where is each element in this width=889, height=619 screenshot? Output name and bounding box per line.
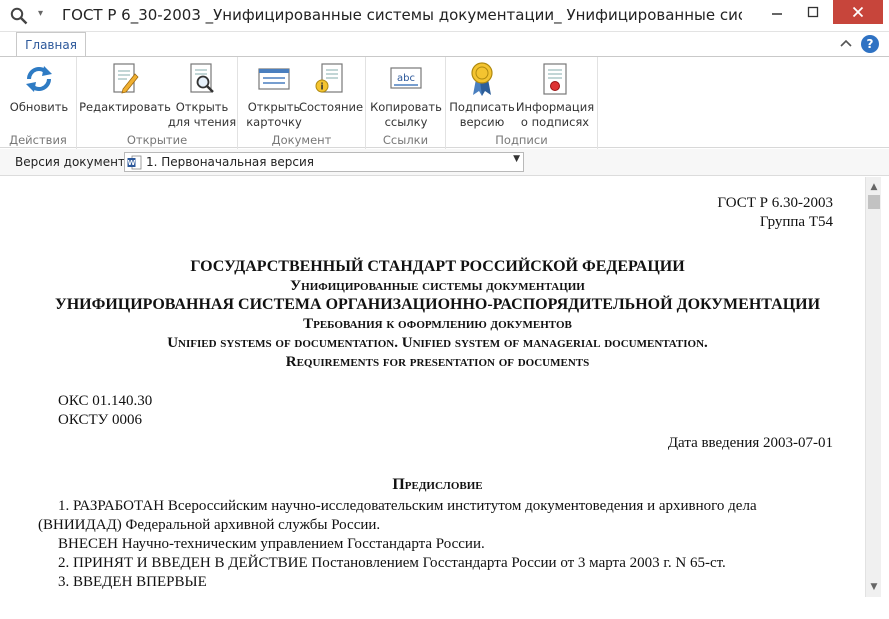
refresh-icon	[26, 66, 52, 92]
open-card-label-1: Открыть	[247, 100, 301, 114]
doc-paragraph-1b: (ВНИИДАД) Федеральной архивной службы Ро…	[38, 517, 381, 533]
window-title: ГОСТ Р 6_30-2003 _Унифицированные систем…	[62, 6, 742, 24]
doc-heading-requirements: Требования к оформлению документов	[303, 316, 572, 332]
maximize-icon	[807, 6, 819, 18]
sign-icon	[471, 62, 493, 96]
signature-info-button[interactable]: Информация о подписях	[516, 61, 594, 133]
vertical-scrollbar[interactable]: ▲ ▼	[865, 177, 881, 597]
quick-access-chevron-icon[interactable]: ▾	[38, 8, 50, 22]
doc-date: Дата введения 2003-07-01	[667, 435, 833, 451]
copy-link-label-2: ссылку	[384, 115, 428, 129]
maximize-button[interactable]	[796, 0, 830, 24]
scroll-up-icon[interactable]: ▲	[866, 179, 882, 195]
open-card-label-2: карточку	[246, 115, 302, 129]
document-view[interactable]: ГОСТ Р 6.30-2003 Группа Т54 ГОСУДАРСТВЕН…	[10, 177, 865, 597]
open-read-label-2: для чтения	[167, 115, 237, 129]
copy-link-label: Копировать ссылку	[370, 100, 442, 130]
doc-code: ГОСТ Р 6.30-2003	[717, 195, 833, 211]
collapse-ribbon-icon[interactable]	[838, 36, 854, 52]
signature-info-label-2: о подписях	[520, 115, 590, 129]
sign-version-label: Подписать версию	[449, 100, 514, 130]
word-document-icon: W	[127, 155, 142, 170]
doc-okstu: ОКСТУ 0006	[58, 412, 143, 428]
sign-version-button[interactable]: Подписать версию	[449, 61, 515, 133]
edit-label: Редактировать	[79, 100, 171, 114]
version-select[interactable]: W 1. Первоначальная версия ▼	[124, 152, 524, 172]
signature-info-icon	[543, 63, 567, 95]
doc-paragraph-1a: 1. РАЗРАБОТАН Всероссийским научно-иссле…	[58, 498, 757, 514]
copy-link-icon: abc	[390, 67, 422, 89]
close-button[interactable]	[833, 0, 883, 24]
open-read-button[interactable]: Открыть для чтения	[168, 61, 236, 133]
scroll-down-icon[interactable]: ▼	[866, 579, 882, 595]
group-label-actions: Действия	[9, 133, 67, 147]
close-icon	[852, 6, 864, 18]
refresh-button[interactable]: Обновить	[6, 61, 72, 133]
read-icon	[190, 63, 214, 93]
doc-heading-unified-systems: Унифицированные системы документации	[290, 278, 585, 294]
doc-heading-unified-system: УНИФИЦИРОВАННАЯ СИСТЕМА ОРГАНИЗАЦИОННО-Р…	[54, 296, 821, 313]
state-button[interactable]: i Состояние	[298, 61, 364, 133]
doc-heading-english-2: Requirements for presentation of documen…	[285, 354, 590, 370]
card-icon	[258, 68, 290, 90]
version-label: Версия документа:	[15, 155, 137, 169]
chevron-down-icon[interactable]: ▼	[513, 154, 520, 164]
open-card-label: Открыть карточку	[246, 100, 302, 130]
doc-paragraph-2: ВНЕСЕН Научно-техническим управлением Го…	[58, 536, 485, 552]
copy-link-button[interactable]: abc Копировать ссылку	[370, 61, 442, 133]
doc-paragraph-4: 3. ВВЕДЕН ВПЕРВЫЕ	[58, 574, 207, 590]
title-bar: ▾ ГОСТ Р 6_30-2003 _Унифицированные сист…	[0, 0, 889, 32]
group-label-opening: Открытие	[126, 133, 188, 147]
state-icon: i	[315, 63, 343, 93]
group-label-signatures: Подписи	[495, 133, 548, 147]
status-area	[0, 597, 889, 619]
group-links: abc Копировать ссылку Ссылки	[366, 57, 446, 149]
svg-text:i: i	[320, 83, 323, 93]
edit-button[interactable]: Редактировать	[79, 61, 171, 133]
state-label: Состояние	[298, 100, 364, 114]
open-card-button[interactable]: Открыть карточку	[244, 61, 304, 133]
help-icon[interactable]: ?	[861, 35, 879, 53]
group-document: Открыть карточку i Состояние Документ	[238, 57, 366, 149]
doc-paragraph-3: 2. ПРИНЯТ И ВВЕДЕН В ДЕЙСТВИЕ Постановле…	[58, 555, 726, 571]
refresh-label: Обновить	[9, 100, 69, 114]
signature-info-label: Информация о подписях	[516, 100, 594, 130]
minimize-icon	[772, 13, 782, 15]
group-signatures: Подписать версию Информация о подписях П…	[446, 57, 598, 149]
doc-preface-title: Предисловие	[392, 476, 483, 493]
version-bar: Версия документа: W 1. Первоначальная ве…	[0, 149, 889, 176]
group-actions: Обновить Действия	[0, 57, 77, 149]
doc-group: Группа Т54	[759, 214, 833, 230]
group-label-links: Ссылки	[382, 133, 429, 147]
open-read-label: Открыть для чтения	[168, 100, 236, 130]
tab-main[interactable]: Главная	[16, 32, 86, 57]
version-selected-value: 1. Первоначальная версия	[146, 155, 315, 169]
group-label-document: Документ	[271, 133, 332, 147]
copy-link-icon-text: abc	[397, 73, 415, 84]
sign-version-label-2: версию	[459, 115, 505, 129]
group-opening: Редактировать Открыть для чтения Открыти…	[77, 57, 238, 149]
scrollbar-thumb[interactable]	[868, 195, 880, 209]
doc-oks: ОКС 01.140.30	[58, 393, 153, 409]
doc-heading-english-1: Unified systems of documentation. Unifie…	[167, 335, 708, 351]
signature-info-label-1: Информация	[515, 100, 595, 114]
svg-text:W: W	[128, 159, 136, 167]
copy-link-label-1: Копировать	[370, 100, 442, 114]
search-icon[interactable]	[10, 7, 28, 25]
minimize-button[interactable]	[760, 0, 794, 24]
ribbon-tabs: Главная ?	[0, 32, 889, 57]
ribbon: Обновить Действия Редактировать Открыть …	[0, 56, 889, 149]
sign-version-label-1: Подписать	[449, 100, 515, 114]
doc-heading-state-standard: ГОСУДАРСТВЕННЫЙ СТАНДАРТ РОССИЙСКОЙ ФЕДЕ…	[190, 258, 685, 275]
edit-icon	[113, 63, 139, 94]
open-read-label-1: Открыть	[175, 100, 229, 114]
